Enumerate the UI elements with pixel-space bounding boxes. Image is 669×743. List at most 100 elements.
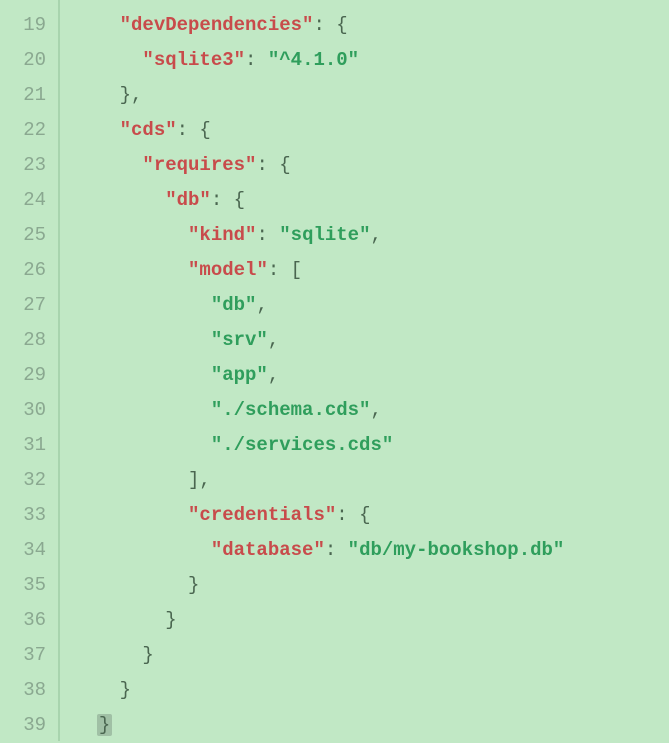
line-number: 22 xyxy=(8,113,46,148)
indent xyxy=(74,84,120,106)
json-punct: : { xyxy=(336,504,370,526)
json-punct: , xyxy=(370,224,381,246)
code-area[interactable]: "devDependencies": { "sqlite3": "^4.1.0"… xyxy=(60,0,669,741)
json-punct: , xyxy=(268,329,279,351)
json-punct: ], xyxy=(188,469,211,491)
line-number: 34 xyxy=(8,533,46,568)
json-punct: : { xyxy=(256,154,290,176)
indent xyxy=(74,539,211,561)
json-punct: : xyxy=(245,49,268,71)
indent xyxy=(74,609,165,631)
code-line: "./schema.cds", xyxy=(74,393,669,428)
json-punct: : xyxy=(325,539,348,561)
json-punct: } xyxy=(97,714,112,736)
code-line: "model": [ xyxy=(74,253,669,288)
line-number: 28 xyxy=(8,323,46,358)
line-number: 29 xyxy=(8,358,46,393)
code-line: } xyxy=(74,708,669,743)
json-punct: : [ xyxy=(268,259,302,281)
indent xyxy=(74,294,211,316)
indent xyxy=(74,259,188,281)
json-key: "model" xyxy=(188,259,268,281)
json-string: "^4.1.0" xyxy=(268,49,359,71)
line-number: 36 xyxy=(8,603,46,638)
json-key: "database" xyxy=(211,539,325,561)
json-key: "requires" xyxy=(142,154,256,176)
json-punct: } xyxy=(165,609,176,631)
line-number: 25 xyxy=(8,218,46,253)
json-string: "app" xyxy=(211,364,268,386)
indent xyxy=(74,119,120,141)
code-line: } xyxy=(74,638,669,673)
code-line: ], xyxy=(74,463,669,498)
json-key: "sqlite3" xyxy=(142,49,245,71)
json-punct: , xyxy=(256,294,267,316)
indent xyxy=(74,49,142,71)
json-string: "db/my-bookshop.db" xyxy=(348,539,565,561)
line-number: 26 xyxy=(8,253,46,288)
indent xyxy=(74,574,188,596)
line-number: 37 xyxy=(8,638,46,673)
line-number: 27 xyxy=(8,288,46,323)
json-key: "cds" xyxy=(120,119,177,141)
line-number: 31 xyxy=(8,428,46,463)
code-line: } xyxy=(74,673,669,708)
json-string: "./services.cds" xyxy=(211,434,393,456)
code-editor: 19 20 21 22 23 24 25 26 27 28 29 30 31 3… xyxy=(0,0,669,741)
code-line: "db": { xyxy=(74,183,669,218)
indent xyxy=(74,399,211,421)
json-punct: : { xyxy=(177,119,211,141)
code-line: "cds": { xyxy=(74,113,669,148)
line-number: 30 xyxy=(8,393,46,428)
line-number: 32 xyxy=(8,463,46,498)
json-punct: , xyxy=(268,364,279,386)
code-line: "./services.cds" xyxy=(74,428,669,463)
json-key: "devDependencies" xyxy=(120,14,314,36)
code-line: "requires": { xyxy=(74,148,669,183)
json-punct: } xyxy=(188,574,199,596)
indent xyxy=(74,504,188,526)
json-punct: , xyxy=(370,399,381,421)
indent xyxy=(74,224,188,246)
indent xyxy=(74,14,120,36)
code-line: } xyxy=(74,603,669,638)
indent xyxy=(74,154,142,176)
code-line: "kind": "sqlite", xyxy=(74,218,669,253)
indent xyxy=(74,714,97,736)
code-line: "srv", xyxy=(74,323,669,358)
code-line: } xyxy=(74,568,669,603)
line-number-gutter: 19 20 21 22 23 24 25 26 27 28 29 30 31 3… xyxy=(0,0,60,741)
code-line: }, xyxy=(74,78,669,113)
line-number: 39 xyxy=(8,708,46,743)
code-line: "db", xyxy=(74,288,669,323)
indent xyxy=(74,644,142,666)
line-number: 20 xyxy=(8,43,46,78)
line-number: 35 xyxy=(8,568,46,603)
indent xyxy=(74,469,188,491)
json-string: "srv" xyxy=(211,329,268,351)
indent xyxy=(74,364,211,386)
json-punct: } xyxy=(142,644,153,666)
json-punct: : { xyxy=(211,189,245,211)
json-string: "db" xyxy=(211,294,257,316)
json-string: "sqlite" xyxy=(279,224,370,246)
line-number: 21 xyxy=(8,78,46,113)
line-number: 24 xyxy=(8,183,46,218)
line-number: 19 xyxy=(8,8,46,43)
indent xyxy=(74,189,165,211)
indent xyxy=(74,679,120,701)
json-string: "./schema.cds" xyxy=(211,399,371,421)
code-line: "credentials": { xyxy=(74,498,669,533)
json-key: "credentials" xyxy=(188,504,336,526)
json-punct: } xyxy=(120,679,131,701)
json-punct: : { xyxy=(313,14,347,36)
line-number: 23 xyxy=(8,148,46,183)
json-punct: }, xyxy=(120,84,143,106)
json-key: "kind" xyxy=(188,224,256,246)
indent xyxy=(74,329,211,351)
code-line: "app", xyxy=(74,358,669,393)
indent xyxy=(74,434,211,456)
code-line: "devDependencies": { xyxy=(74,8,669,43)
json-punct: : xyxy=(256,224,279,246)
code-line: "sqlite3": "^4.1.0" xyxy=(74,43,669,78)
